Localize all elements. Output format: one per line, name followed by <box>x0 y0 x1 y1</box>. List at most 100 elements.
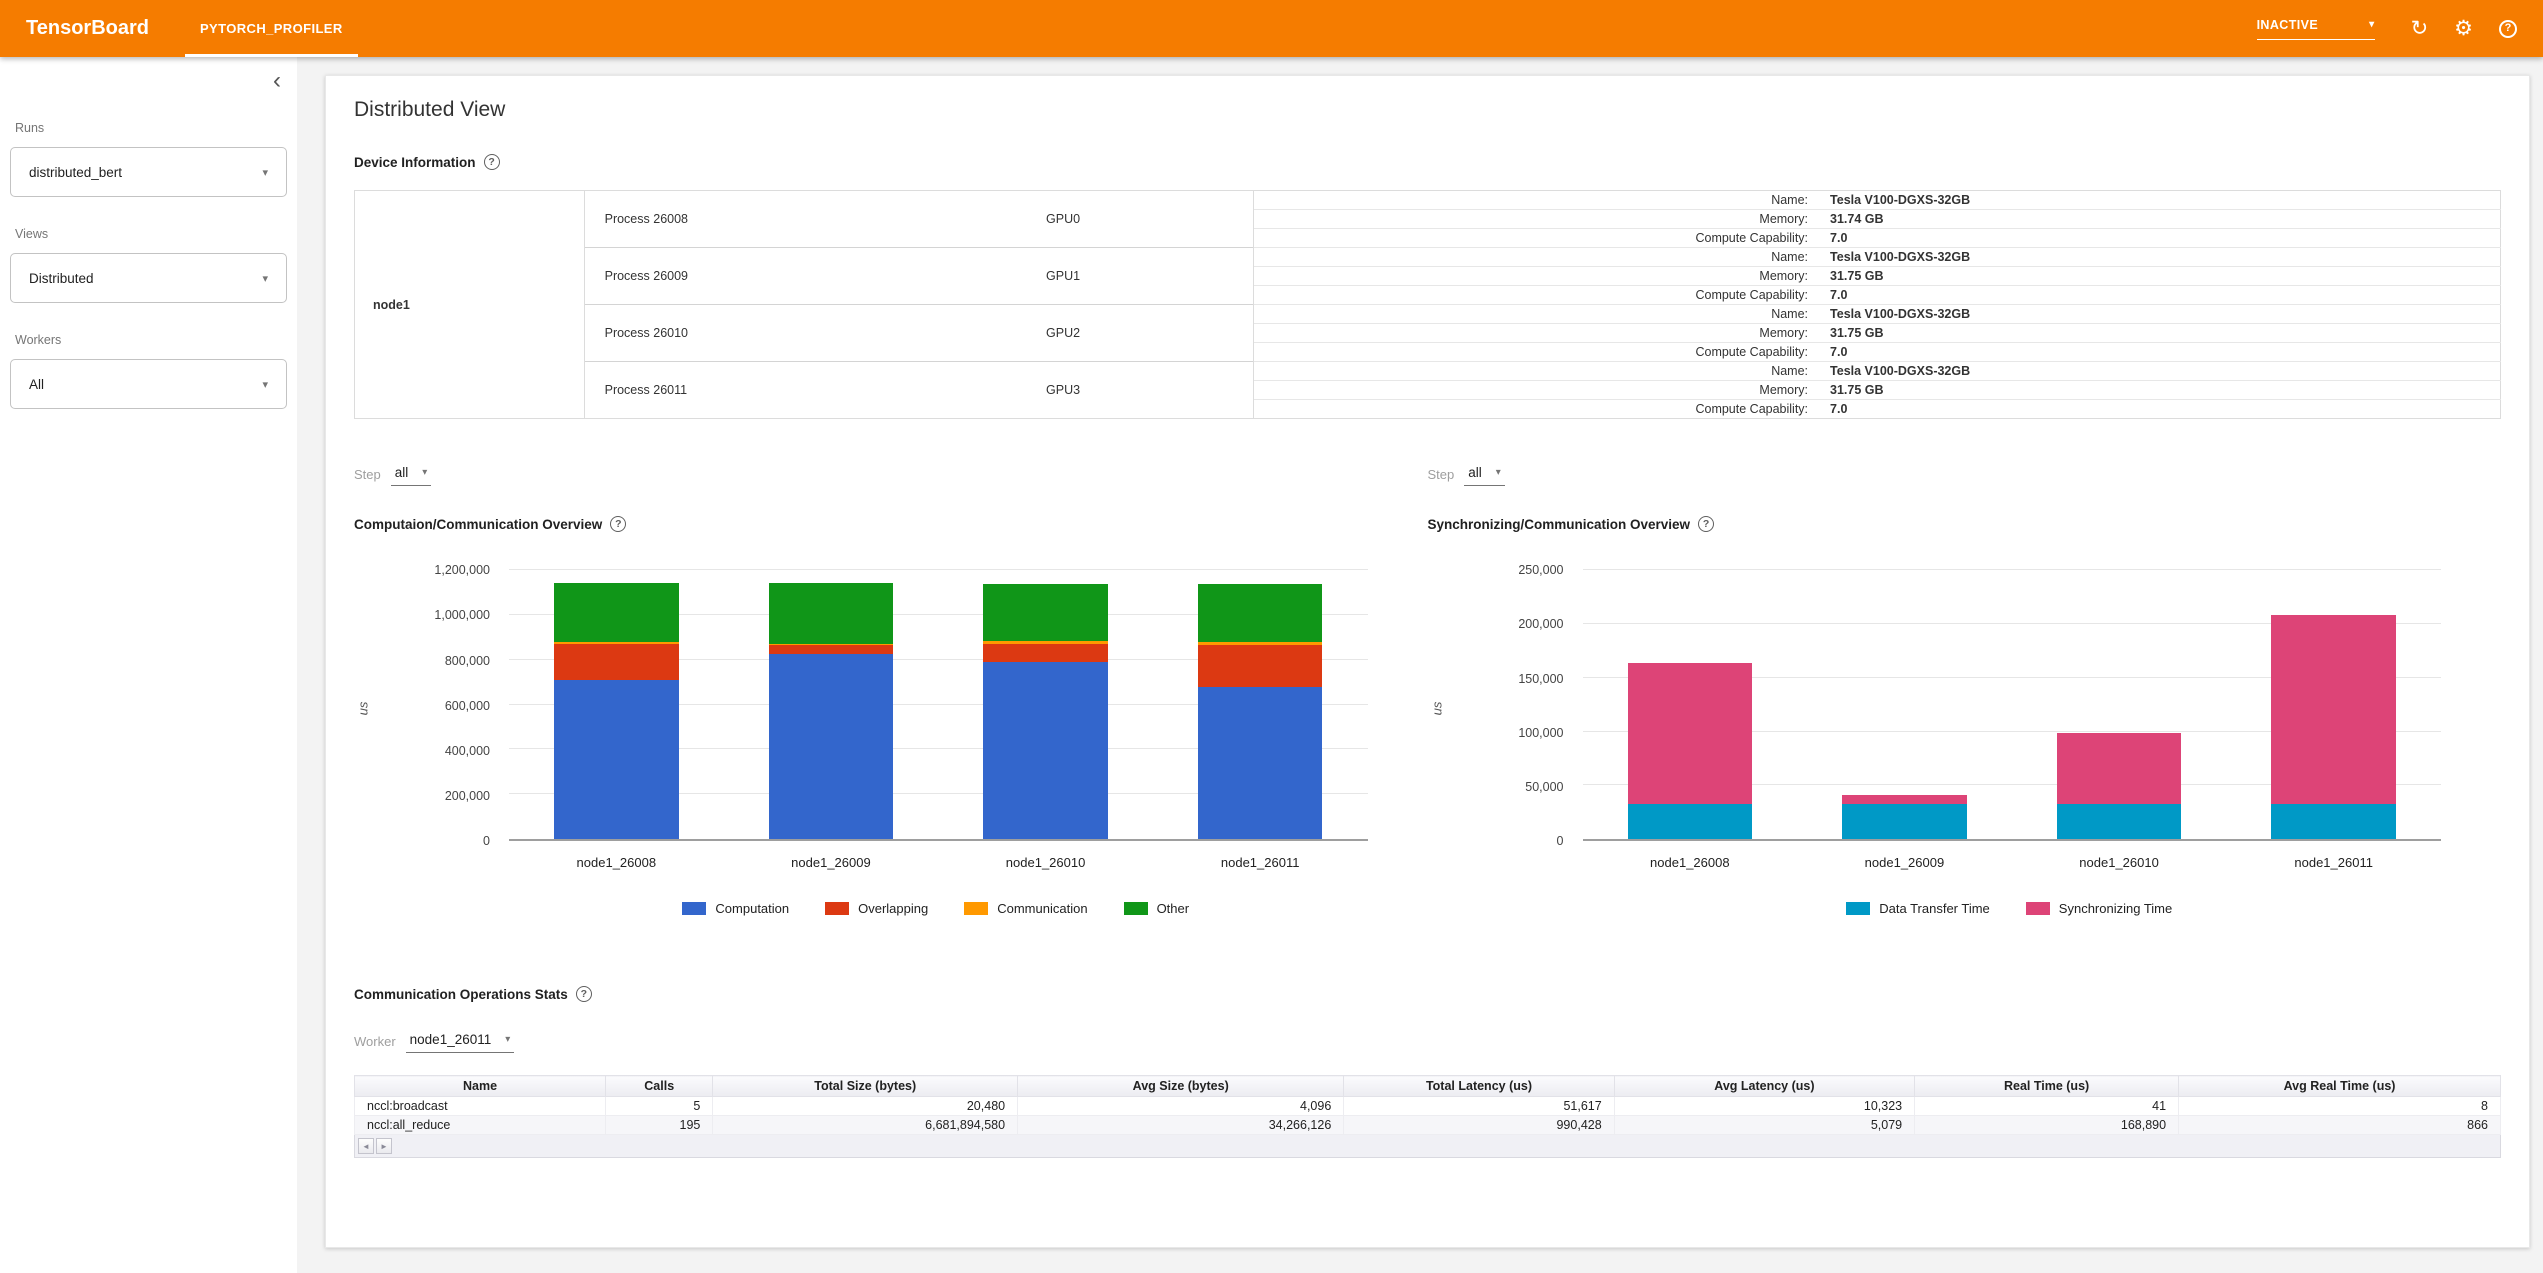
y-tick-label: 150,000 <box>1518 672 1563 686</box>
tab-pytorch-profiler[interactable]: PYTORCH_PROFILER <box>185 0 358 57</box>
bar-segment-data-transfer-time[interactable] <box>2057 804 2181 839</box>
comm-ops-heading: Communication Operations Stats <box>354 987 568 1002</box>
runs-select[interactable]: distributed_bert ▾ <box>10 147 287 197</box>
stat-cell: 10,323 <box>1614 1097 1914 1116</box>
legend-label: Overlapping <box>858 901 928 916</box>
chart-title: Computaion/Communication Overview <box>354 517 602 532</box>
stacked-bar-node1_26008 <box>1628 556 1752 839</box>
stat-cell: 168,890 <box>1915 1116 2179 1135</box>
y-tick-label: 1,200,000 <box>434 563 490 577</box>
bar-segment-computation[interactable] <box>1198 687 1322 839</box>
bar-segment-overlapping[interactable] <box>983 644 1107 662</box>
bar-segment-other[interactable] <box>983 584 1107 641</box>
column-header: Total Size (bytes) <box>713 1076 1018 1097</box>
step-select-value: all <box>395 465 409 480</box>
bar-segment-other[interactable] <box>1198 584 1322 642</box>
x-tick-label: node1_26009 <box>1797 845 2012 871</box>
legend-swatch <box>1124 902 1148 915</box>
gpu-prop-value: Tesla V100-DGXS-32GB <box>1818 191 2500 210</box>
y-tick-label: 50,000 <box>1525 780 1563 794</box>
gpu-prop-value: 31.75 GB <box>1818 324 2500 343</box>
bar-segment-computation[interactable] <box>769 654 893 839</box>
step-select[interactable]: all ▾ <box>1464 463 1505 486</box>
bar-segment-computation[interactable] <box>554 680 678 839</box>
gpu-prop-label: Name: <box>1254 305 1818 324</box>
bar-segment-other[interactable] <box>554 583 678 642</box>
bar-segment-synchronizing-time[interactable] <box>2057 733 2181 804</box>
bar-segment-other[interactable] <box>769 583 893 643</box>
help-icon[interactable]: ? <box>484 154 500 170</box>
help-icon[interactable]: ? <box>576 986 592 1002</box>
gpu-prop-value: 31.75 GB <box>1818 381 2500 400</box>
stat-cell: 8 <box>2179 1097 2501 1116</box>
bar-segment-synchronizing-time[interactable] <box>1628 663 1752 804</box>
bar-segment-overlapping[interactable] <box>1198 645 1322 686</box>
worker-select[interactable]: node1_26011 ▾ <box>406 1030 515 1053</box>
bar-slot-node1_26010 <box>2012 556 2227 839</box>
bar-segment-synchronizing-time[interactable] <box>1842 795 1966 804</box>
help-glyph: ? <box>2499 20 2517 38</box>
bar-slots <box>509 556 1368 839</box>
runs-label: Runs <box>15 121 297 135</box>
gpu-prop-label: Compute Capability: <box>1254 343 1818 362</box>
column-header: Real Time (us) <box>1915 1076 2179 1097</box>
table-row[interactable]: nccl:all_reduce1956,681,894,58034,266,12… <box>355 1116 2501 1135</box>
gpu-cell: GPU2 <box>1024 305 1254 362</box>
bar-slot-node1_26008 <box>509 556 724 839</box>
bar-segment-data-transfer-time[interactable] <box>2271 804 2395 839</box>
bar-segment-data-transfer-time[interactable] <box>1842 804 1966 839</box>
chart-legend: Data Transfer TimeSynchronizing Time <box>1578 901 2442 916</box>
help-icon[interactable]: ? <box>610 516 626 532</box>
stacked-bar-node1_26010 <box>983 556 1107 839</box>
runs-select-value: distributed_bert <box>29 165 122 180</box>
bar-segment-overlapping[interactable] <box>554 644 678 680</box>
legend-label: Other <box>1157 901 1190 916</box>
step-select[interactable]: all ▾ <box>391 463 432 486</box>
page-next-button[interactable]: ► <box>376 1138 392 1154</box>
gear-icon[interactable]: ⚙ <box>2454 18 2473 39</box>
x-tick-label: node1_26010 <box>2012 845 2227 871</box>
bar-slot-node1_26009 <box>724 556 939 839</box>
gpu-prop-value: Tesla V100-DGXS-32GB <box>1818 248 2500 267</box>
bar-segment-synchronizing-time[interactable] <box>2271 615 2395 803</box>
legend-item-communication: Communication <box>964 901 1087 916</box>
gpu-prop-label: Compute Capability: <box>1254 286 1818 305</box>
y-axis-ticks: 0200,000400,000600,000800,0001,000,0001,… <box>354 556 500 841</box>
stat-cell: 6,681,894,580 <box>713 1116 1018 1135</box>
chart-title: Synchronizing/Communication Overview <box>1428 517 1691 532</box>
workers-label: Workers <box>15 333 297 347</box>
table-pagination: ◄ ► <box>354 1135 2501 1158</box>
stacked-bar-node1_26011 <box>2271 556 2395 839</box>
distributed-view-card: Distributed View Device Information ? no… <box>325 75 2530 1248</box>
legend-swatch <box>682 902 706 915</box>
help-icon[interactable]: ? <box>1698 516 1714 532</box>
bar-segment-overlapping[interactable] <box>769 645 893 654</box>
column-header: Avg Latency (us) <box>1614 1076 1914 1097</box>
page-title: Distributed View <box>354 98 2501 122</box>
run-status-select[interactable]: INACTIVE ▾ <box>2257 18 2375 40</box>
legend-label: Communication <box>997 901 1087 916</box>
bar-segment-computation[interactable] <box>983 662 1107 839</box>
worker-select-value: node1_26011 <box>410 1032 492 1047</box>
collapse-sidebar-icon[interactable]: ‹ <box>273 71 281 91</box>
caret-down-icon: ▾ <box>505 1034 510 1045</box>
gpu-prop-value: 7.0 <box>1818 343 2500 362</box>
gpu-cell: GPU0 <box>1024 191 1254 248</box>
node-cell: node1 <box>355 191 585 419</box>
help-icon[interactable]: ? <box>2499 20 2517 38</box>
bar-segment-data-transfer-time[interactable] <box>1628 804 1752 839</box>
step-label: Step <box>354 467 381 482</box>
op-name-cell: nccl:broadcast <box>355 1097 606 1116</box>
reload-icon[interactable]: ↻ <box>2411 18 2429 39</box>
caret-down-icon: ▾ <box>262 272 268 285</box>
views-select-value: Distributed <box>29 271 94 286</box>
stat-cell: 5 <box>606 1097 713 1116</box>
x-tick-label: node1_26011 <box>2226 845 2441 871</box>
gpu-prop-label: Name: <box>1254 248 1818 267</box>
views-select[interactable]: Distributed ▾ <box>10 253 287 303</box>
page-prev-button[interactable]: ◄ <box>358 1138 374 1154</box>
stat-cell: 195 <box>606 1116 713 1135</box>
table-row[interactable]: nccl:broadcast520,4804,09651,61710,32341… <box>355 1097 2501 1116</box>
workers-select[interactable]: All ▾ <box>10 359 287 409</box>
legend-swatch <box>825 902 849 915</box>
